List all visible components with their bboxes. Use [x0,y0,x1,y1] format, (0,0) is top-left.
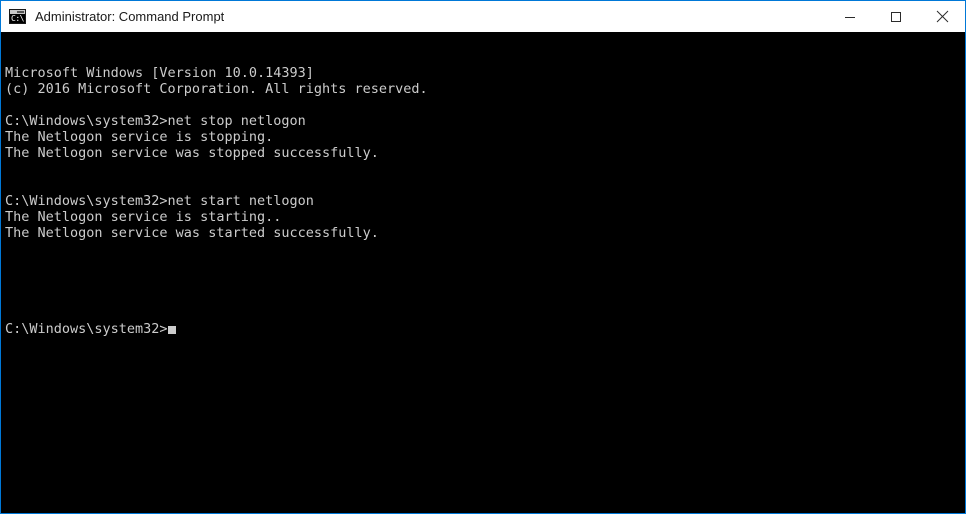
console-line: Microsoft Windows [Version 10.0.14393] [5,65,314,81]
console-line: C:\Windows\system32>net start netlogon [5,193,314,209]
console-prompt-line: C:\Windows\system32> [5,321,965,337]
text-cursor [167,326,176,334]
console-lines: Microsoft Windows [Version 10.0.14393] (c… [5,65,965,289]
minimize-icon [844,11,856,23]
minimize-button[interactable] [827,1,873,32]
title-bar[interactable]: C:\ Administrator: Command Prompt [0,1,966,32]
console-text-buffer[interactable]: Microsoft Windows [Version 10.0.14393] (c… [1,32,965,513]
command-prompt-window: C:\ Administrator: Command Prompt Micros… [0,0,966,514]
console-line: (c) 2016 Microsoft Corporation. All righ… [5,81,428,97]
close-button[interactable] [919,1,965,32]
console-line: The Netlogon service is starting.. [5,209,282,225]
window-title: Administrator: Command Prompt [35,9,225,24]
console-line: C:\Windows\system32>net stop netlogon [5,113,306,129]
console-line: The Netlogon service was started success… [5,225,379,241]
maximize-icon [890,11,902,23]
title-bar-left: C:\ Administrator: Command Prompt [1,1,827,32]
cmd-icon-prompt-text: C:\ [11,14,24,23]
console-output-area[interactable]: Microsoft Windows [Version 10.0.14393] (c… [0,32,966,514]
window-controls [827,1,965,32]
cmd-console-icon: C:\ [9,9,26,24]
maximize-button[interactable] [873,1,919,32]
close-icon [936,10,949,23]
prompt-text: C:\Windows\system32> [5,321,168,337]
console-line: The Netlogon service is stopping. [5,129,274,145]
console-line: The Netlogon service was stopped success… [5,145,379,161]
